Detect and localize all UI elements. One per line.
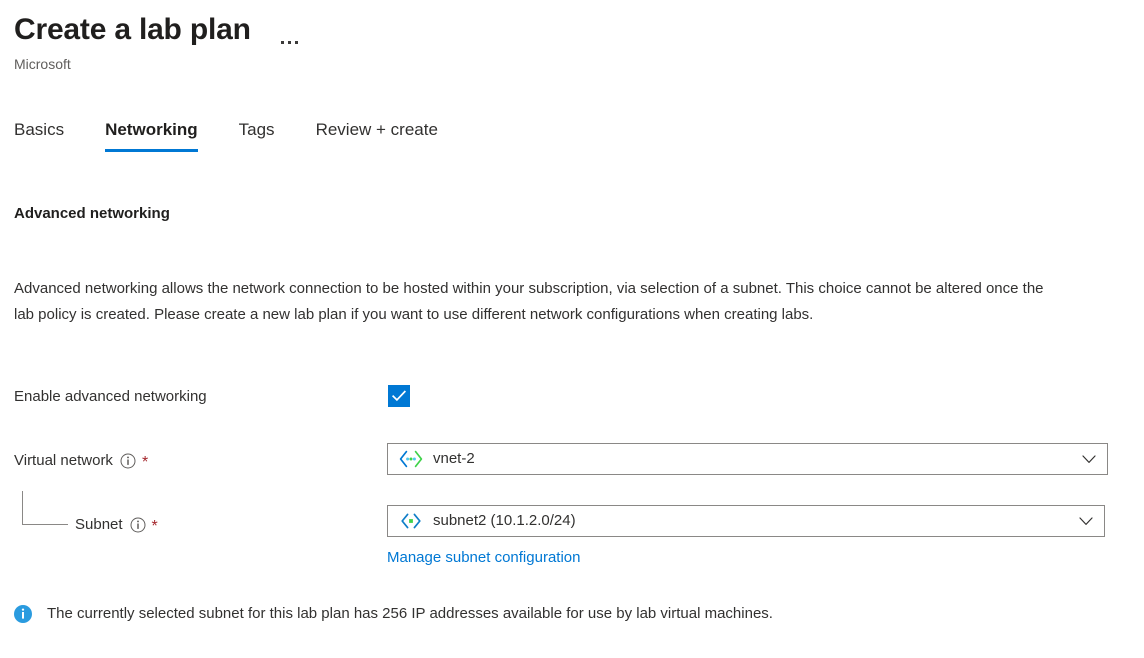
more-options-icon[interactable]: [280, 10, 298, 50]
ellipsis-dot-2: [287, 41, 291, 44]
chevron-down-icon[interactable]: [1074, 454, 1107, 464]
section-description: Advanced networking allows the network c…: [14, 280, 1044, 323]
virtual-network-label: Virtual network *: [14, 450, 148, 472]
subnet-value: subnet2 (10.1.2.0/24): [433, 512, 576, 529]
info-circle-icon: [14, 605, 32, 623]
section-heading: Advanced networking: [14, 205, 170, 222]
subnet-icon: [399, 512, 423, 530]
subnet-label-text: Subnet: [75, 516, 123, 533]
tab-basics[interactable]: Basics: [14, 118, 64, 152]
ellipsis-dot-3: [294, 41, 298, 44]
tab-tags[interactable]: Tags: [239, 118, 275, 152]
info-icon[interactable]: [130, 517, 146, 533]
tab-networking[interactable]: Networking: [105, 118, 198, 152]
enable-advanced-networking-label-text: Enable advanced networking: [14, 388, 207, 405]
enable-advanced-networking-checkbox[interactable]: [388, 385, 410, 407]
virtual-network-label-text: Virtual network: [14, 452, 113, 469]
info-message-text: The currently selected subnet for this l…: [47, 605, 773, 622]
page-title: Create a lab plan: [14, 13, 251, 46]
enable-advanced-networking-row: Enable advanced networking: [14, 386, 207, 408]
manage-subnet-configuration-link[interactable]: Manage subnet configuration: [387, 547, 580, 569]
subnet-label: Subnet *: [75, 514, 158, 536]
virtual-network-row: Virtual network *: [14, 450, 148, 472]
subnet-required-marker: *: [151, 518, 158, 535]
checkmark-icon: [392, 390, 406, 402]
info-icon[interactable]: [120, 453, 136, 469]
info-message: The currently selected subnet for this l…: [14, 603, 773, 625]
virtual-network-required-marker: *: [141, 454, 149, 471]
virtual-network-icon: [399, 450, 423, 468]
page-header: Create a lab plan Microsoft: [14, 10, 298, 74]
virtual-network-dropdown[interactable]: vnet-2: [387, 443, 1108, 475]
tab-review-create[interactable]: Review + create: [316, 118, 438, 152]
ellipsis-dot-1: [280, 41, 284, 44]
subnet-tree-connector: [22, 491, 68, 525]
title-row: Create a lab plan: [14, 10, 298, 50]
subnet-dropdown[interactable]: subnet2 (10.1.2.0/24): [387, 505, 1105, 537]
subnet-row: Subnet *: [75, 514, 158, 536]
virtual-network-value: vnet-2: [433, 450, 475, 467]
wizard-tabs: Basics Networking Tags Review + create: [14, 118, 438, 152]
enable-advanced-networking-label: Enable advanced networking: [14, 386, 207, 408]
chevron-down-icon[interactable]: [1071, 516, 1104, 526]
page-subtitle: Microsoft: [14, 56, 71, 72]
